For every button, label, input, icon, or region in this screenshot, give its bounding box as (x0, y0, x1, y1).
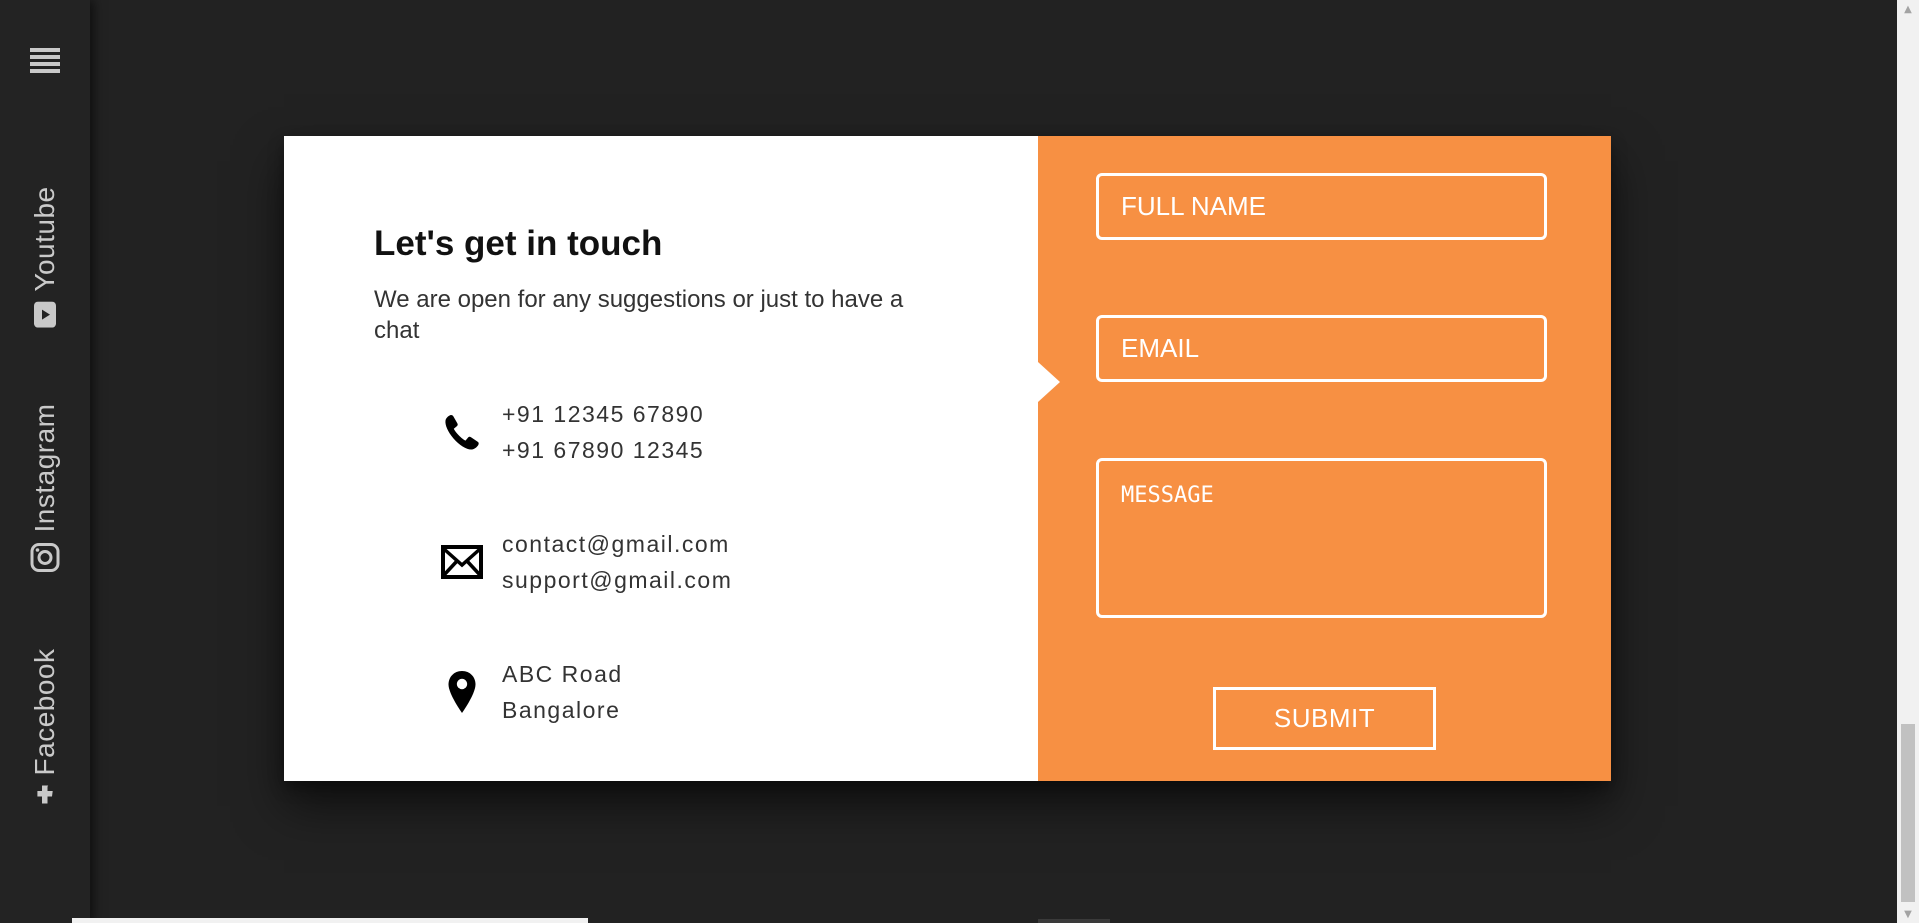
phone-icon (440, 408, 484, 456)
contact-subtext: We are open for any suggestions or just … (374, 286, 904, 344)
submit-button[interactable]: SUBMIT (1213, 687, 1436, 750)
social-link-youtube[interactable]: Youtube (29, 186, 61, 328)
location-pin-icon (440, 668, 484, 716)
address-lines: ABC Road Bangalore (502, 656, 623, 728)
contact-card: Let's get in touch We are open for any s… (284, 136, 1611, 781)
phone-info: +91 12345 67890 +91 67890 12345 (440, 396, 704, 468)
instagram-label: Instagram (29, 403, 60, 533)
scroll-thumb[interactable] (1901, 724, 1915, 902)
email-line-2: support@gmail.com (502, 567, 733, 593)
address-line-1: ABC Road (502, 661, 623, 687)
contact-form-panel: SUBMIT (1038, 136, 1611, 781)
contact-info-panel: Let's get in touch We are open for any s… (284, 136, 1038, 781)
scroll-up-arrow-icon[interactable]: ▲ (1897, 0, 1919, 18)
scroll-down-arrow-icon[interactable]: ▼ (1897, 905, 1919, 923)
social-link-facebook[interactable]: Facebook (29, 649, 61, 804)
email-line-1: contact@gmail.com (502, 531, 730, 557)
full-name-input[interactable] (1096, 173, 1547, 240)
youtube-icon (34, 301, 56, 328)
vertical-scrollbar[interactable]: ▲ ▼ (1897, 0, 1919, 923)
page: Youtube Instagram Facebook Let's get in … (0, 0, 1919, 923)
panel-pointer (1038, 362, 1060, 402)
phone-line-2: +91 67890 12345 (502, 437, 705, 463)
horizontal-scrollbar[interactable] (72, 918, 588, 923)
message-input[interactable] (1096, 458, 1547, 618)
envelope-icon (440, 538, 484, 586)
email-info: contact@gmail.com support@gmail.com (440, 526, 732, 598)
hamburger-icon[interactable] (30, 48, 60, 73)
sidebar: Youtube Instagram Facebook (0, 0, 90, 923)
youtube-label: Youtube (29, 186, 60, 292)
horizontal-scroll-thumb[interactable] (1038, 919, 1110, 923)
social-link-instagram[interactable]: Instagram (29, 404, 61, 573)
email-input[interactable] (1096, 315, 1547, 382)
contact-heading: Let's get in touch (374, 224, 663, 263)
facebook-label: Facebook (29, 648, 60, 776)
instagram-icon (30, 543, 60, 573)
address-line-2: Bangalore (502, 697, 621, 723)
phone-line-1: +91 12345 67890 (502, 401, 705, 427)
address-info: ABC Road Bangalore (440, 656, 623, 728)
facebook-icon (30, 785, 60, 804)
phone-lines: +91 12345 67890 +91 67890 12345 (502, 396, 704, 468)
email-lines: contact@gmail.com support@gmail.com (502, 526, 732, 598)
